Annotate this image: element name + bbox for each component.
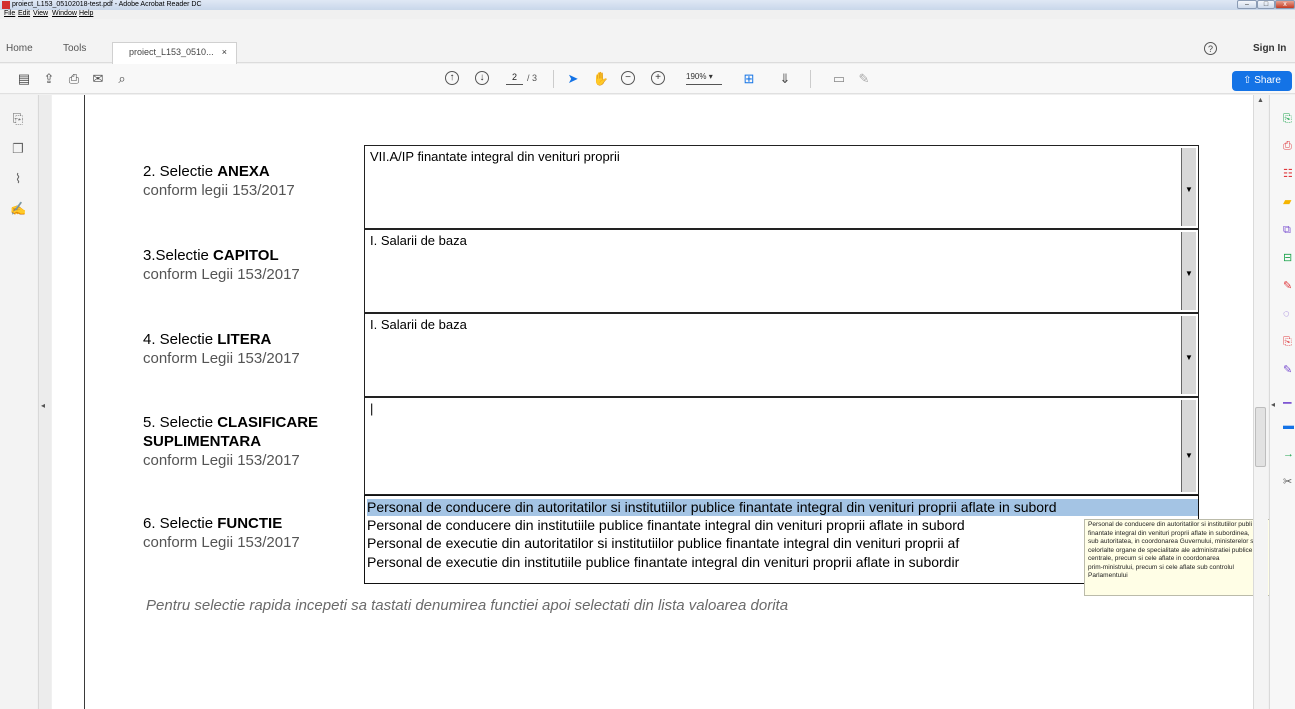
capitol-label: 3.Selectie CAPITOL conform Legii 153/201… <box>143 247 300 283</box>
next-page-icon[interactable]: ↓ <box>475 71 489 85</box>
anexa-value: VII.A/IP finantate integral din venituri… <box>370 149 620 164</box>
scrollbar-thumb[interactable] <box>1255 407 1266 467</box>
home-tab[interactable]: Home <box>6 43 33 54</box>
anexa-dropdown-button[interactable]: ▼ <box>1181 148 1196 226</box>
page-number-input[interactable]: 2 <box>506 72 523 85</box>
toolbar-divider <box>553 70 554 88</box>
sign-in-link[interactable]: Sign In <box>1253 43 1286 54</box>
organize-pages-icon[interactable]: ⊟ <box>1283 252 1295 264</box>
menu-view[interactable]: View <box>33 9 48 19</box>
quick-select-hint: Pentru selectie rapida incepeti sa tasta… <box>146 597 789 614</box>
previous-page-icon[interactable]: ↑ <box>445 71 459 85</box>
dropdown-arrow-icon: ▼ <box>1185 269 1193 278</box>
functie-option[interactable]: Personal de executie din institutiile pu… <box>367 554 959 571</box>
menu-help[interactable]: Help <box>79 9 93 19</box>
acrobat-app-icon <box>2 1 10 9</box>
litera-value: I. Salarii de baza <box>370 317 467 332</box>
anexa-dropdown[interactable]: VII.A/IP finantate integral din venituri… <box>364 145 1199 229</box>
page-fit-icon[interactable]: ⊞ <box>740 70 758 88</box>
email-icon[interactable]: ✉ <box>89 70 107 88</box>
window-title-bar: proiect_L153_05102018-test.pdf - Adobe A… <box>0 0 1295 10</box>
minimize-button[interactable]: – <box>1237 0 1257 9</box>
capitol-dropdown[interactable]: I. Salarii de baza ▼ <box>364 229 1199 313</box>
scroll-up-icon[interactable]: ▲ <box>1257 97 1264 104</box>
attachments-icon[interactable]: ⌇ <box>10 171 26 187</box>
combine-files-icon[interactable]: ⧉ <box>1283 224 1295 236</box>
dropdown-arrow-icon: ▼ <box>1185 353 1193 362</box>
left-panel-collapse-bar[interactable]: ◂ <box>38 95 51 709</box>
functie-label: 6. Selectie FUNCTIE conform Legii 153/20… <box>143 515 300 551</box>
dropdown-arrow-icon: ▼ <box>1185 185 1193 194</box>
bookmarks-icon[interactable]: ❐ <box>10 141 26 157</box>
protect-icon[interactable]: ◌ <box>1283 308 1295 320</box>
functie-option[interactable]: Personal de executie din autoritatilor s… <box>367 535 959 552</box>
clasificare-dropdown-button[interactable]: ▼ <box>1181 400 1196 492</box>
document-tab-label: proiect_L153_0510... <box>129 47 214 57</box>
collapse-left-icon[interactable]: ◂ <box>41 401 45 410</box>
collapse-right-icon[interactable]: ◂ <box>1271 400 1275 409</box>
document-tab[interactable]: proiect_L153_0510... × <box>112 42 237 64</box>
send-for-signature-icon[interactable]: ✎ <box>1283 364 1295 376</box>
send-track-icon[interactable]: ▬ <box>1283 420 1295 432</box>
select-cursor-icon[interactable]: ➤ <box>564 70 582 88</box>
hand-tool-icon[interactable]: ✋ <box>592 70 610 88</box>
clasificare-label: 5. Selectie CLASIFICARE SUPLIMENTARA con… <box>143 414 319 469</box>
capitol-dropdown-button[interactable]: ▼ <box>1181 232 1196 310</box>
menu-window[interactable]: Window <box>52 9 77 19</box>
share-button[interactable]: ⇧ Share <box>1232 71 1292 91</box>
arrow-right-icon[interactable]: → <box>1283 448 1295 460</box>
share-label: Share <box>1254 75 1281 86</box>
litera-dropdown[interactable]: I. Salarii de baza ▼ <box>364 313 1199 397</box>
search-icon[interactable]: ⌕ <box>113 70 131 88</box>
capitol-value: I. Salarii de baza <box>370 233 467 248</box>
toolbar-divider <box>810 70 811 88</box>
page-border <box>84 95 85 709</box>
maximize-button[interactable]: □ <box>1257 0 1275 9</box>
pen-icon[interactable]: ✎ <box>855 70 873 88</box>
dropdown-arrow-icon: ▼ <box>1185 451 1193 460</box>
prepare-form-icon[interactable]: ▁ <box>1283 392 1295 404</box>
comment-tool-icon[interactable]: ▰ <box>1283 196 1295 208</box>
clasificare-value: | <box>370 401 374 416</box>
page-total: / 3 <box>527 73 538 83</box>
share-icon: ⇧ <box>1243 75 1255 86</box>
more-tools-icon[interactable]: ✂ <box>1283 476 1295 488</box>
close-tab-icon[interactable]: × <box>222 43 227 61</box>
create-pdf-icon[interactable]: ⎙ <box>1283 140 1295 152</box>
signature-icon[interactable]: ✍ <box>10 201 26 217</box>
save-icon[interactable]: ▤ <box>15 70 33 88</box>
redact-icon[interactable]: ⎘ <box>1283 336 1295 348</box>
comment-icon[interactable]: ▭ <box>830 70 848 88</box>
vertical-scrollbar[interactable]: ▲ <box>1253 95 1268 709</box>
fill-sign-icon[interactable]: ✎ <box>1283 280 1295 292</box>
functie-option[interactable]: Personal de conducere din institutiile p… <box>367 517 965 534</box>
print-icon[interactable]: ⎙ <box>65 70 83 88</box>
upload-cloud-icon[interactable]: ⇪ <box>40 70 58 88</box>
menu-file[interactable]: File <box>4 9 15 19</box>
left-navigation-panel: ⎘ ❐ ⌇ ✍ <box>0 95 37 709</box>
litera-label: 4. Selectie LITERA conform Legii 153/201… <box>143 331 300 367</box>
export-pdf-icon[interactable]: ⎘ <box>1283 113 1295 125</box>
chevron-down-icon: ▾ <box>708 72 713 81</box>
functie-option-selected[interactable]: Personal de conducere din autoritatilor … <box>367 499 1198 516</box>
close-window-button[interactable]: x <box>1275 0 1295 9</box>
clasificare-dropdown[interactable]: | ▼ <box>364 397 1199 495</box>
zoom-level-select[interactable]: 190% ▾ <box>686 72 722 85</box>
zoom-level-value: 190% <box>686 72 707 81</box>
zoom-in-icon[interactable]: + <box>651 71 665 85</box>
litera-dropdown-button[interactable]: ▼ <box>1181 316 1196 394</box>
toolbar: ▤ ⇪ ⎙ ✉ ⌕ ↑ ↓ 2 / 3 ➤ ✋ − + 190% ▾ ⊞ ⇓ ▭… <box>0 64 1295 94</box>
scroll-mode-icon[interactable]: ⇓ <box>776 70 794 88</box>
menu-bar: File Edit View Window Help <box>0 10 1295 19</box>
zoom-out-icon[interactable]: − <box>621 71 635 85</box>
menu-edit[interactable]: Edit <box>18 9 30 19</box>
functie-listbox[interactable]: Personal de conducere din autoritatilor … <box>364 495 1199 584</box>
page-thumbnails-icon[interactable]: ⎘ <box>10 111 26 127</box>
tools-tab[interactable]: Tools <box>63 43 86 54</box>
anexa-label: 2. Selectie ANEXA conform legii 153/2017 <box>143 163 295 199</box>
help-icon[interactable]: ? <box>1204 42 1217 55</box>
edit-pdf-icon[interactable]: ☷ <box>1283 168 1295 180</box>
